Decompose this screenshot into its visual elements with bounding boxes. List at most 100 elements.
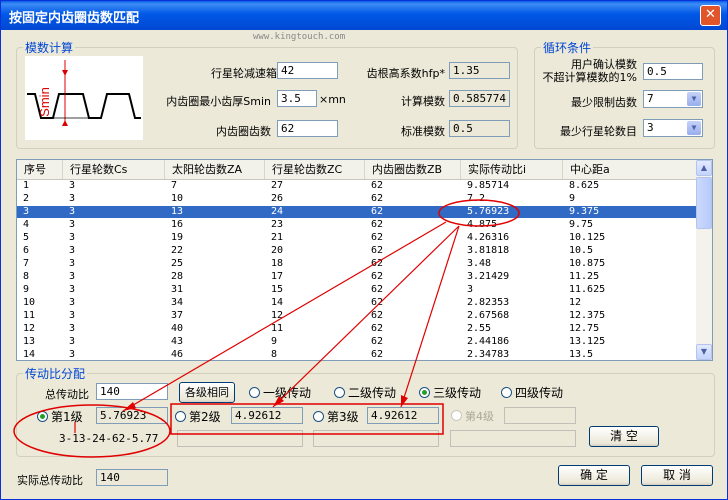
cell-planet-teeth: 9 (271, 336, 278, 347)
min-thickness-input[interactable]: 3.5 (277, 90, 317, 107)
stage4-combo-field (450, 430, 576, 447)
calc-modulus-field: 0.585774 (449, 90, 510, 107)
hfp-label: 齿根高系数hfp* (366, 67, 445, 80)
cell-planets: 3 (69, 219, 76, 230)
loop-group-title: 循环条件 (543, 41, 592, 55)
cell-center-distance: 11.625 (569, 284, 606, 295)
cell-planet-teeth: 17 (271, 271, 284, 282)
results-table[interactable]: 序号 行星轮数Cs 太阳轮齿数ZA 行星轮齿数ZC 内齿圈齿数ZB 实际传动比i… (16, 159, 713, 361)
min-planets-select[interactable]: 3 ▼ (643, 119, 703, 137)
table-row[interactable]: 1 3 7 27 62 9.85714 8.625 (17, 180, 697, 192)
cell-ring-teeth: 62 (371, 258, 384, 269)
col-header-index[interactable]: 序号 (17, 160, 63, 179)
stage2-ratio-field: 4.92612 (231, 407, 303, 424)
ok-button[interactable]: 确 定 (558, 465, 630, 486)
ring-teeth-input[interactable]: 62 (277, 120, 338, 137)
close-button[interactable]: ✕ (700, 5, 721, 26)
cell-ratio: 3.81818 (467, 245, 510, 256)
stage4-label: 第4级 (465, 410, 494, 423)
cell-index: 8 (23, 271, 30, 282)
table-row[interactable]: 5 3 19 21 62 4.26316 10.125 (17, 232, 697, 244)
min-teeth-select[interactable]: 7 ▼ (643, 90, 703, 108)
cell-planets: 3 (69, 180, 76, 191)
col-header-ratio[interactable]: 实际传动比i (461, 160, 563, 179)
stage-radio-4-label: 四级传动 (515, 386, 564, 400)
table-row[interactable]: 13 3 43 9 62 2.44186 13.125 (17, 336, 697, 348)
cell-sun-teeth: 31 (171, 284, 184, 295)
cell-index: 14 (23, 349, 36, 360)
scroll-up-button[interactable]: ▲ (696, 160, 712, 176)
cell-sun-teeth: 40 (171, 323, 184, 334)
col-header-sun-teeth[interactable]: 太阳轮齿数ZA (165, 160, 265, 179)
cell-planets: 3 (69, 349, 76, 360)
stage-radio-2[interactable]: 二级传动 (334, 386, 396, 400)
cell-center-distance: 10.875 (569, 258, 606, 269)
scroll-down-button[interactable]: ▼ (696, 344, 712, 360)
radio-disabled-icon (451, 410, 462, 421)
stage4-radio: 第4级 (451, 410, 494, 424)
chevron-down-icon[interactable]: ▼ (687, 92, 701, 106)
table-row[interactable]: 8 3 28 17 62 3.21429 11.25 (17, 271, 697, 283)
cell-ratio: 4.875 (467, 219, 498, 230)
table-row[interactable]: 11 3 37 12 62 2.67568 12.375 (17, 310, 697, 322)
cell-ring-teeth: 62 (371, 297, 384, 308)
cell-planets: 3 (69, 310, 76, 321)
cell-ring-teeth: 62 (371, 271, 384, 282)
cell-planets: 3 (69, 206, 76, 217)
table-row-selected[interactable]: 3 3 13 24 62 5.76923 9.375 (17, 206, 697, 218)
table-row[interactable]: 7 3 25 18 62 3.48 10.875 (17, 258, 697, 270)
cell-ratio: 9.85714 (467, 180, 510, 191)
cancel-button[interactable]: 取 消 (641, 465, 713, 486)
cell-index: 7 (23, 258, 30, 269)
stage2-radio[interactable]: 第2级 (175, 410, 221, 424)
cell-planet-teeth: 15 (271, 284, 284, 295)
cell-index: 2 (23, 193, 30, 204)
table-header: 序号 行星轮数Cs 太阳轮齿数ZA 行星轮齿数ZC 内齿圈齿数ZB 实际传动比i… (17, 160, 697, 180)
table-row[interactable]: 4 3 16 23 62 4.875 9.75 (17, 219, 697, 231)
min-teeth-label: 最少限制齿数 (571, 96, 637, 109)
total-ratio-input[interactable]: 140 (96, 383, 168, 400)
std-modulus-field: 0.5 (449, 120, 510, 137)
chevron-down-icon[interactable]: ▼ (687, 121, 701, 135)
stage-radio-1[interactable]: 一级传动 (249, 386, 311, 400)
cell-index: 5 (23, 232, 30, 243)
cell-ring-teeth: 62 (371, 193, 384, 204)
col-header-ring-teeth[interactable]: 内齿圈齿数ZB (365, 160, 461, 179)
stage1-radio[interactable]: 第1级 (37, 410, 83, 424)
outer-diameter-input[interactable]: 42 (277, 62, 338, 79)
col-header-planets[interactable]: 行星轮数Cs (63, 160, 165, 179)
cell-ratio: 4.26316 (467, 232, 510, 243)
cell-index: 13 (23, 336, 36, 347)
same-all-stages-button[interactable]: 各级相同 (179, 382, 235, 403)
stage3-combo-field (313, 430, 439, 447)
stage-radio-3[interactable]: 三级传动 (419, 386, 481, 400)
cell-planet-teeth: 14 (271, 297, 284, 308)
cell-sun-teeth: 10 (171, 193, 184, 204)
table-row[interactable]: 6 3 22 20 62 3.81818 10.5 (17, 245, 697, 257)
actual-ratio-field: 140 (96, 469, 168, 486)
cell-ring-teeth: 62 (371, 180, 384, 191)
table-row[interactable]: 9 3 31 15 62 3 11.625 (17, 284, 697, 296)
col-header-planet-teeth[interactable]: 行星轮齿数ZC (265, 160, 365, 179)
table-row[interactable]: 12 3 40 11 62 2.55 12.75 (17, 323, 697, 335)
confirm-modulus-input[interactable]: 0.5 (643, 63, 703, 80)
cell-center-distance: 8.625 (569, 180, 600, 191)
cell-ratio: 2.82353 (467, 297, 510, 308)
table-row[interactable]: 2 3 10 26 62 7.2 9 (17, 193, 697, 205)
radio-selected-icon (37, 411, 48, 422)
distribution-group-title: 传动比分配 (25, 367, 86, 381)
stage3-radio[interactable]: 第3级 (313, 410, 359, 424)
cell-center-distance: 13.125 (569, 336, 606, 347)
clear-button[interactable]: 清 空 (589, 426, 659, 447)
table-row[interactable]: 14 3 46 8 62 2.34783 13.5 (17, 349, 697, 360)
stage-radio-4[interactable]: 四级传动 (501, 386, 563, 400)
table-row[interactable]: 10 3 34 14 62 2.82353 12 (17, 297, 697, 309)
cell-planets: 3 (69, 271, 76, 282)
actual-ratio-label: 实际总传动比 (17, 474, 83, 487)
cell-center-distance: 9 (569, 193, 576, 204)
table-scrollbar[interactable]: ▲ ▼ (696, 160, 712, 360)
title-bar[interactable]: 按固定内齿圈齿数匹配 ✕ (1, 1, 727, 30)
col-header-center-distance[interactable]: 中心距a (563, 160, 697, 179)
min-thickness-label: 内齿圈最小齿厚Smin (166, 95, 271, 108)
scroll-thumb[interactable] (696, 177, 712, 229)
